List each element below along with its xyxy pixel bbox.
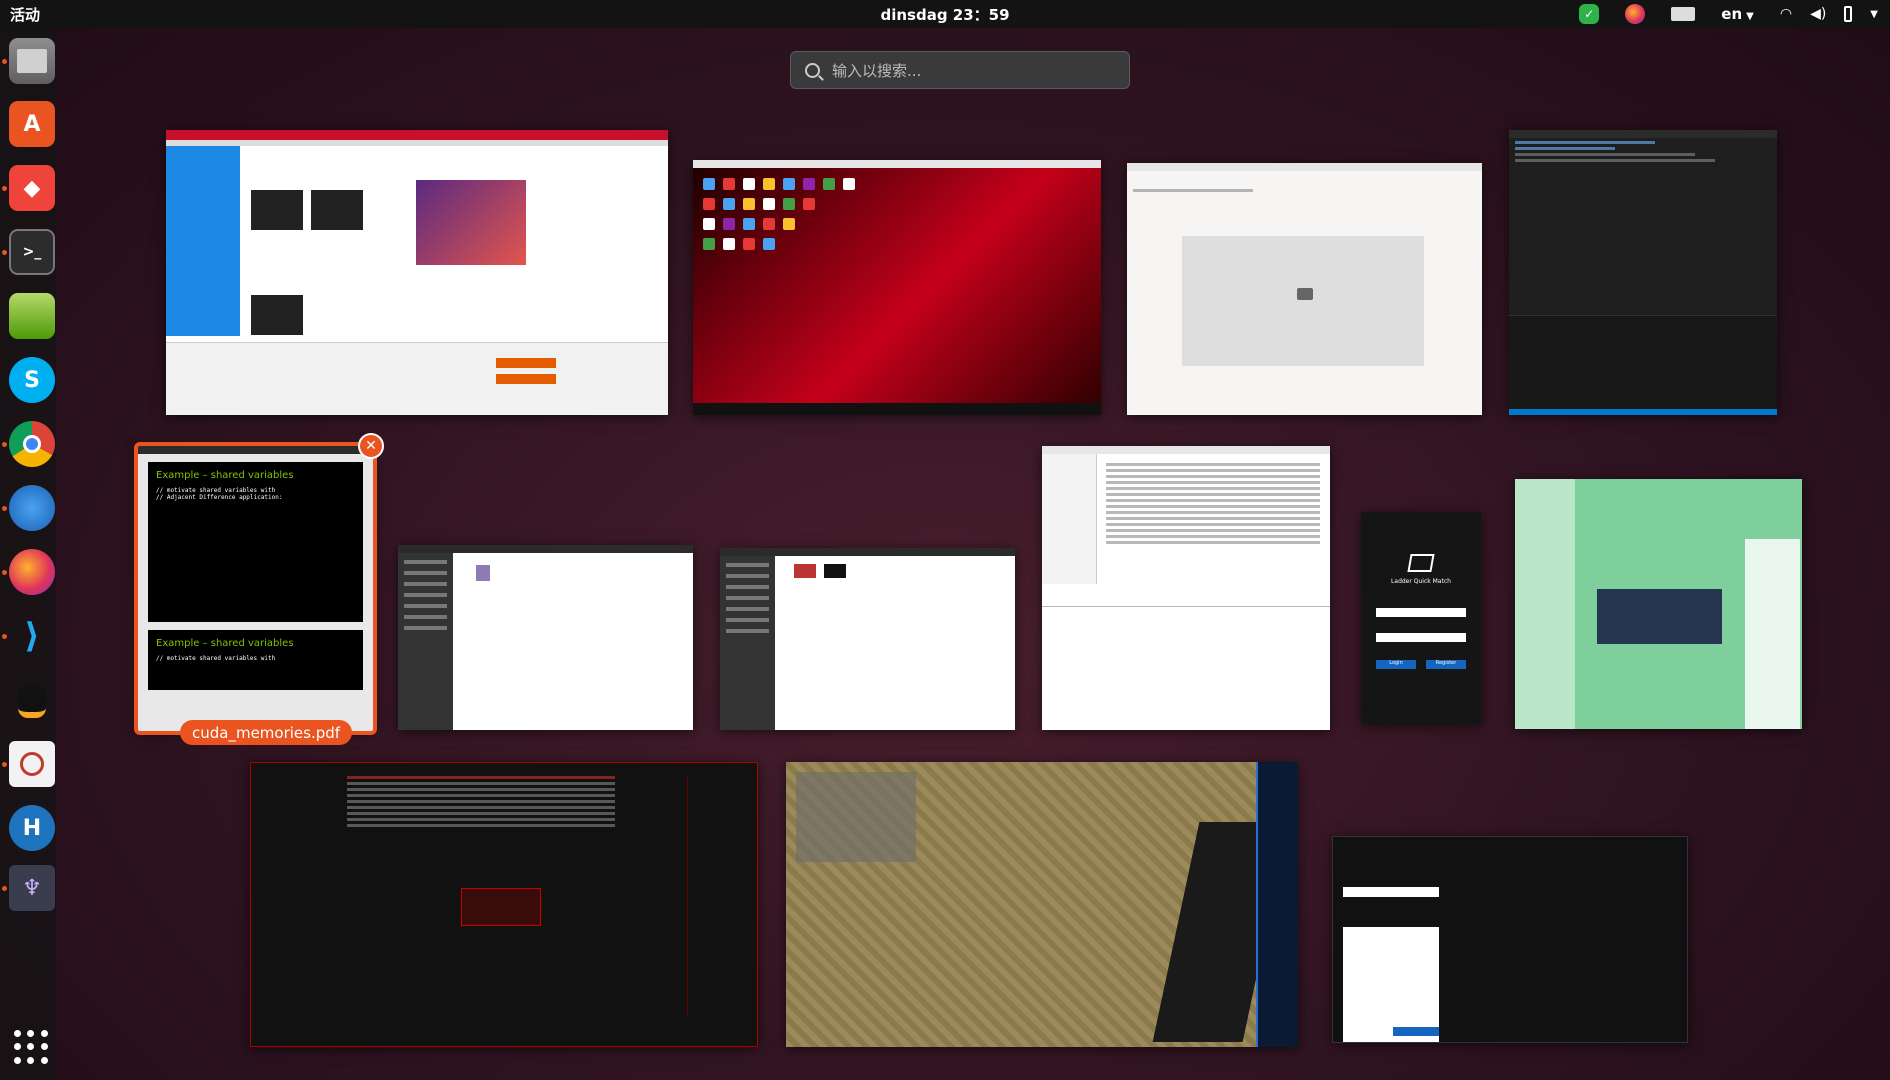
system-tray: ✓ en ▼ ◠ ◀) ▼ [1579, 2, 1878, 26]
window-mail-client[interactable] [1042, 446, 1330, 730]
skype-icon[interactable]: S [9, 357, 55, 403]
window-code-editor[interactable] [1509, 130, 1777, 415]
chrome-icon[interactable] [9, 421, 55, 467]
wifi-icon: ◠ [1779, 6, 1793, 22]
window-chat-app[interactable] [1332, 836, 1688, 1043]
window-browser[interactable] [166, 130, 668, 415]
activities-button[interactable]: 活动 [10, 4, 40, 25]
language-selector[interactable]: en ▼ [1721, 5, 1754, 23]
running-indicator [2, 570, 7, 575]
ladder-title: Ladder Quick Match [1391, 578, 1451, 585]
chevron-down-icon: ▼ [1746, 11, 1754, 22]
running-indicator [2, 762, 7, 767]
window-remote-desktop[interactable] [693, 160, 1101, 415]
search-icon [805, 62, 820, 78]
running-indicator [2, 442, 7, 447]
h-app-icon[interactable]: H [9, 805, 55, 851]
window-game[interactable] [786, 762, 1298, 1047]
dock: A ◆ >_ S ⟩ H ♆ [0, 28, 56, 1080]
thunderbird-icon[interactable] [9, 485, 55, 531]
clock[interactable]: dinsdag 23：59 [880, 4, 1009, 25]
search-bar[interactable]: 输入以搜索... [790, 51, 1130, 89]
firefox-tray-icon[interactable] [1625, 4, 1646, 24]
password-field[interactable] [1376, 633, 1466, 642]
keyboard-icon[interactable] [1671, 7, 1696, 21]
running-indicator [2, 59, 7, 64]
text-editor-icon[interactable] [9, 293, 55, 339]
power-menu-icon: ▼ [1870, 8, 1878, 20]
security-shield-icon[interactable]: ✓ [1579, 4, 1600, 24]
ladder-app-icon[interactable]: ♆ [9, 865, 55, 911]
language-label: en [1721, 5, 1743, 23]
show-applications-button[interactable] [14, 1030, 48, 1064]
window-game-lobby[interactable] [250, 762, 758, 1047]
register-button[interactable]: Register [1426, 660, 1466, 669]
running-indicator [2, 506, 7, 511]
vscode-icon[interactable]: ⟩ [9, 613, 55, 659]
anydesk-icon[interactable]: ◆ [9, 165, 55, 211]
volume-icon: ◀) [1810, 6, 1827, 22]
window-ladder-login[interactable]: Ladder Quick Match Login Register [1361, 512, 1481, 724]
top-bar: 活动 dinsdag 23：59 ✓ en ▼ ◠ ◀) ▼ [0, 0, 1890, 28]
window-qq-chat[interactable] [1515, 479, 1802, 729]
firefox-icon[interactable] [9, 549, 55, 595]
running-indicator [2, 250, 7, 255]
software-store-icon[interactable]: A [9, 101, 55, 147]
window-software-details[interactable] [1127, 163, 1482, 415]
window-file-manager-2[interactable] [720, 548, 1015, 730]
document-viewer-icon[interactable] [9, 741, 55, 787]
running-indicator [2, 634, 7, 639]
login-button[interactable]: Login [1376, 660, 1416, 669]
selected-window-highlight [134, 442, 377, 735]
window-file-manager-1[interactable] [398, 545, 693, 730]
username-field[interactable] [1376, 608, 1466, 617]
search-input[interactable]: 输入以搜索... [832, 60, 921, 81]
running-indicator [2, 186, 7, 191]
window-title-label: cuda_memories.pdf [180, 720, 353, 745]
status-menu[interactable]: ◠ ◀) ▼ [1780, 6, 1878, 22]
qq-icon[interactable] [9, 677, 55, 723]
files-icon[interactable] [9, 38, 55, 84]
close-window-button[interactable]: ✕ [358, 433, 384, 459]
battery-icon [1844, 6, 1853, 22]
running-indicator [2, 886, 7, 891]
terminal-icon[interactable]: >_ [9, 229, 55, 275]
